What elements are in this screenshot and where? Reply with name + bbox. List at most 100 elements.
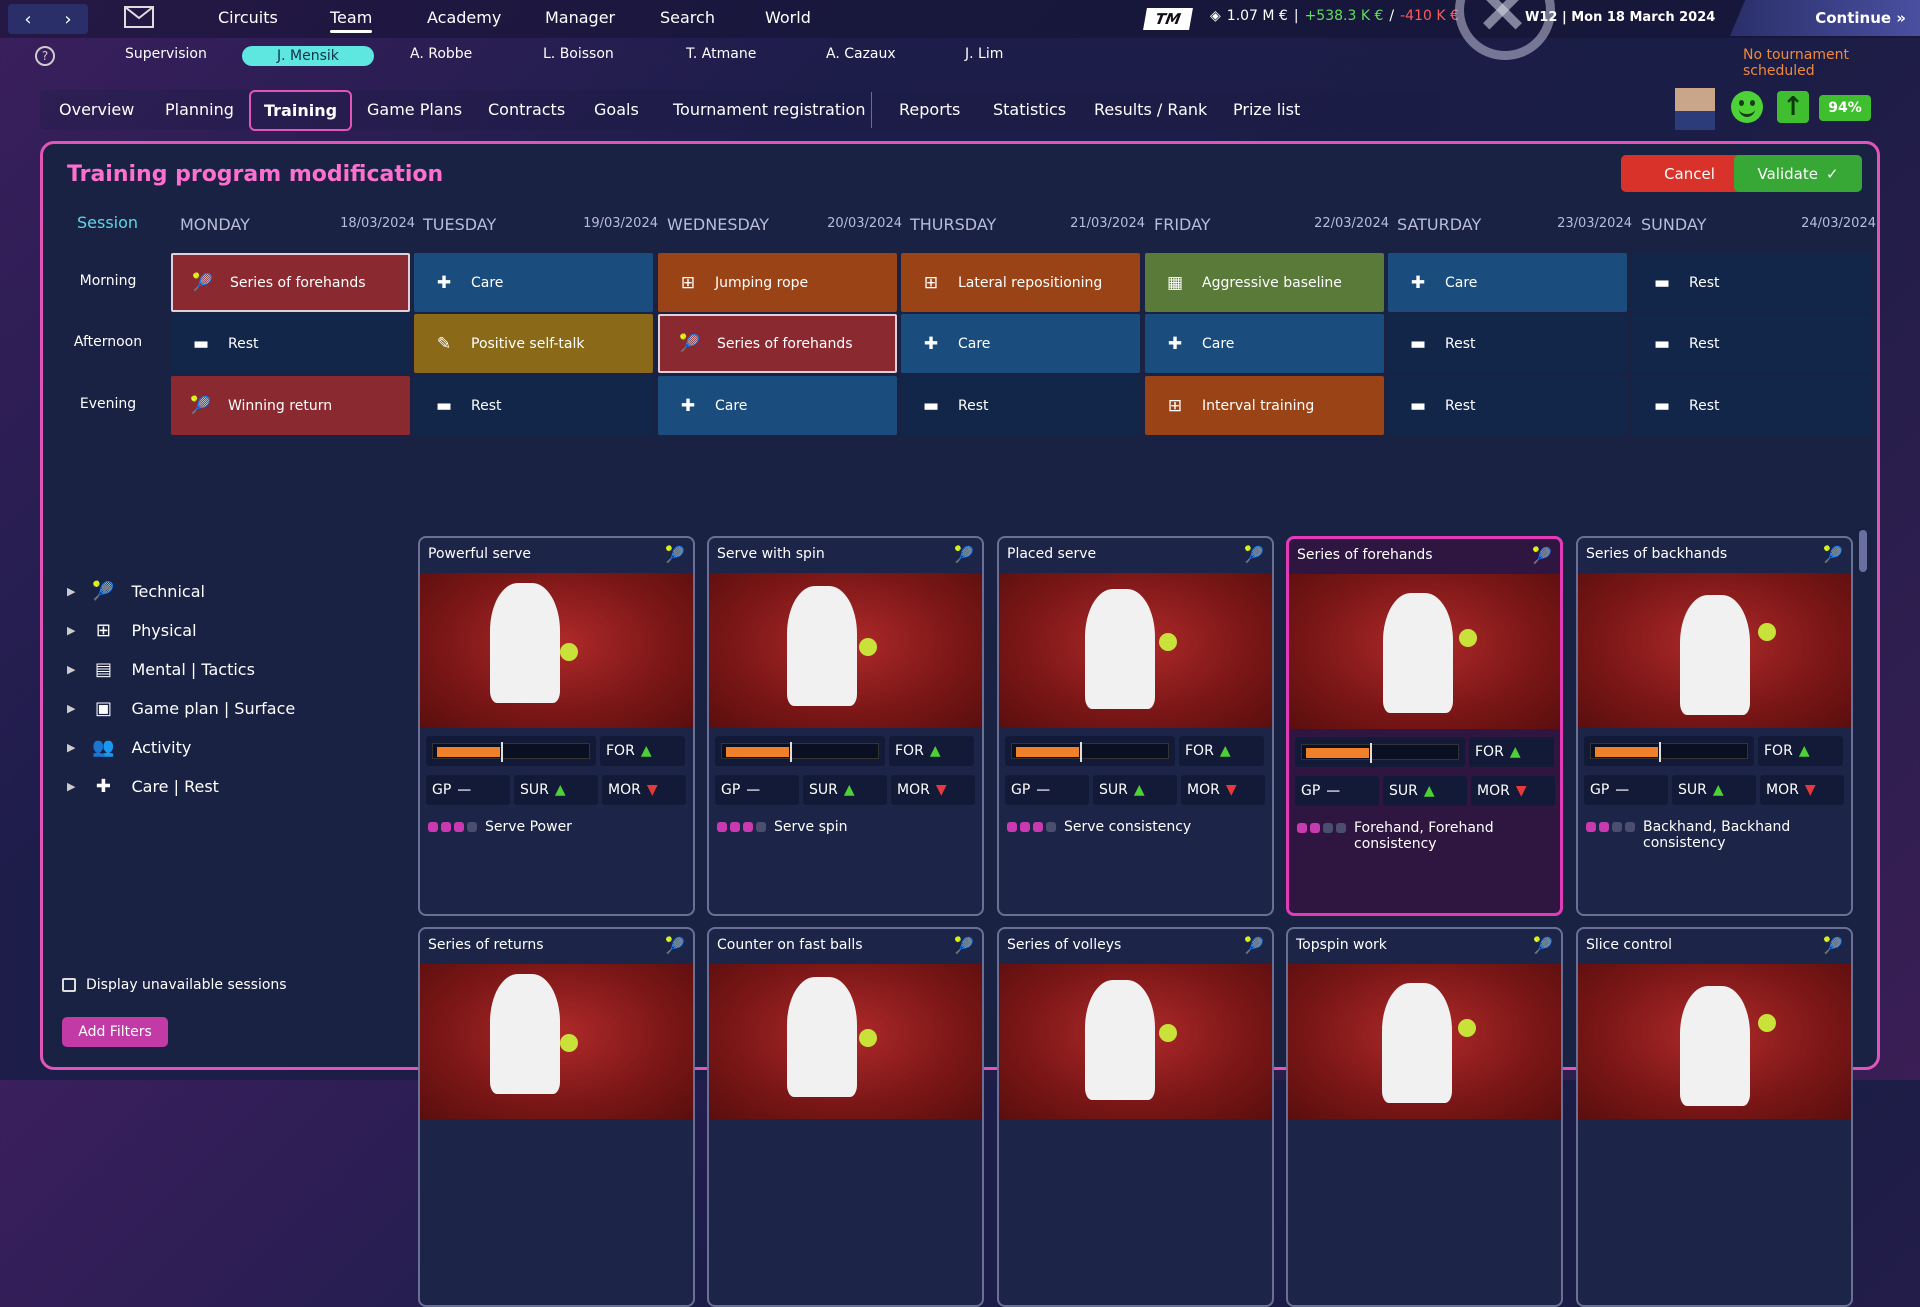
- exercise-card[interactable]: Placed serve 🎾 FOR ▲ GP — SUR ▲ MOR ▼ Serve …: [997, 536, 1274, 916]
- schedule-slot[interactable]: ▬ Rest: [1632, 314, 1871, 373]
- close-icon[interactable]: [1455, 0, 1555, 60]
- day-name: THURSDAY: [910, 215, 997, 234]
- player-tab-boisson[interactable]: L. Boisson: [543, 46, 614, 62]
- exercise-card[interactable]: Series of forehands 🎾 FOR ▲ GP — SUR ▲ MOR ▼…: [1286, 536, 1563, 916]
- tab-training[interactable]: Training: [249, 90, 353, 131]
- schedule-slot[interactable]: ⊞ Lateral repositioning: [901, 253, 1140, 312]
- tab-goals[interactable]: Goals: [594, 100, 639, 119]
- schedule-slot[interactable]: ⊞ Jumping rope: [658, 253, 897, 312]
- exercise-card[interactable]: Series of volleys 🎾: [997, 927, 1274, 1307]
- expand-arrow-icon[interactable]: ▶: [67, 780, 75, 793]
- flat-icon: —: [1036, 782, 1051, 798]
- back-arrow-icon[interactable]: ‹: [8, 4, 48, 34]
- expand-arrow-icon[interactable]: ▶: [67, 663, 75, 676]
- exercise-card[interactable]: Counter on fast balls 🎾: [707, 927, 984, 1307]
- validate-button[interactable]: Validate ✓: [1734, 155, 1862, 192]
- display-unavailable-checkbox[interactable]: [62, 978, 76, 992]
- player-tab-atmane[interactable]: T. Atmane: [686, 46, 756, 62]
- schedule-slot[interactable]: ▬ Rest: [1632, 253, 1871, 312]
- expand-arrow-icon[interactable]: ▶: [67, 702, 75, 715]
- level-dot: [441, 822, 451, 832]
- expand-arrow-icon[interactable]: ▶: [67, 624, 75, 637]
- tab-prize-list[interactable]: Prize list: [1233, 100, 1300, 119]
- nav-team[interactable]: Team: [330, 8, 373, 33]
- tab-game-plans[interactable]: Game Plans: [367, 100, 462, 119]
- load-fill: [1595, 747, 1658, 757]
- filter-category[interactable]: ▶ ✚ Care | Rest: [67, 775, 219, 797]
- tab-tournament-registration[interactable]: Tournament registration: [673, 100, 865, 119]
- schedule-slot[interactable]: ⊞ Interval training: [1145, 376, 1384, 435]
- cards-scrollbar[interactable]: [1859, 530, 1867, 572]
- tab-statistics[interactable]: Statistics: [993, 100, 1066, 119]
- load-bar: [1011, 742, 1169, 762]
- filter-category[interactable]: ▶ 🎾 Technical: [67, 580, 205, 602]
- tab-results-rank[interactable]: Results / Rank: [1094, 100, 1207, 119]
- load-row: FOR ▲: [1295, 737, 1558, 767]
- flat-icon: —: [1326, 783, 1341, 799]
- schedule-slot[interactable]: ✚ Care: [1388, 253, 1627, 312]
- player-tab-lim[interactable]: J. Lim: [965, 46, 1003, 62]
- schedule-slot[interactable]: 🎾 Series of forehands: [658, 314, 897, 373]
- continue-button[interactable]: Continue »: [1730, 0, 1920, 36]
- sur-label: SUR: [1678, 782, 1707, 798]
- schedule-slot[interactable]: ▬ Rest: [1388, 314, 1627, 373]
- schedule-slot[interactable]: ▬ Rest: [1388, 376, 1627, 435]
- for-stat: FOR ▲: [1179, 736, 1264, 766]
- tab-overview[interactable]: Overview: [59, 100, 134, 119]
- nav-world[interactable]: World: [765, 8, 811, 27]
- level-dots: [1007, 822, 1056, 832]
- slot-label: Series of forehands: [230, 274, 366, 291]
- schedule-slot[interactable]: ✚ Care: [414, 253, 653, 312]
- schedule-slot[interactable]: ▬ Rest: [1632, 376, 1871, 435]
- schedule-slot[interactable]: ▦ Aggressive baseline: [1145, 253, 1384, 312]
- player-tab-mensik[interactable]: J. Mensik: [242, 46, 374, 66]
- day-header: WEDNESDAY 20/03/2024: [667, 215, 902, 234]
- exercise-card[interactable]: Series of backhands 🎾 FOR ▲ GP — SUR ▲ MOR ▼…: [1576, 536, 1853, 916]
- medkit-icon: ✚: [436, 272, 452, 293]
- filter-category[interactable]: ▶ ⊞ Physical: [67, 619, 197, 641]
- avatar[interactable]: [1675, 88, 1715, 130]
- player-tab-robbe[interactable]: A. Robbe: [410, 46, 472, 62]
- schedule-slot[interactable]: ▬ Rest: [171, 314, 410, 373]
- mor-label: MOR: [608, 782, 641, 798]
- tab-contracts[interactable]: Contracts: [488, 100, 565, 119]
- exercise-card[interactable]: Powerful serve 🎾 FOR ▲ GP — SUR ▲ MOR ▼ Serv…: [418, 536, 695, 916]
- forward-arrow-icon[interactable]: ›: [48, 4, 88, 34]
- dumbbell-icon: ⊞: [923, 272, 939, 293]
- exercise-card[interactable]: Series of returns 🎾: [418, 927, 695, 1307]
- nav-search[interactable]: Search: [660, 8, 715, 27]
- skill-label: Forehand, Forehand consistency: [1354, 820, 1494, 852]
- tab-planning[interactable]: Planning: [165, 100, 234, 119]
- nav-manager[interactable]: Manager: [545, 8, 615, 27]
- filter-category[interactable]: ▶ 👥 Activity: [67, 736, 191, 758]
- exercise-card[interactable]: Topspin work 🎾: [1286, 927, 1563, 1307]
- schedule-slot[interactable]: ✚ Care: [1145, 314, 1384, 373]
- help-icon[interactable]: ?: [35, 46, 55, 66]
- exercise-card[interactable]: Slice control 🎾: [1576, 927, 1853, 1307]
- schedule-slot[interactable]: ▬ Rest: [414, 376, 653, 435]
- day-date: 22/03/2024: [1314, 216, 1389, 231]
- expand-arrow-icon[interactable]: ▶: [67, 741, 75, 754]
- expand-arrow-icon[interactable]: ▶: [67, 585, 75, 598]
- racket-icon: 🎾: [192, 272, 214, 293]
- exercise-card[interactable]: Serve with spin 🎾 FOR ▲ GP — SUR ▲ MOR ▼ Ser…: [707, 536, 984, 916]
- schedule-slot[interactable]: ▬ Rest: [901, 376, 1140, 435]
- schedule-slot[interactable]: 🎾 Series of forehands: [171, 253, 410, 312]
- schedule-slot[interactable]: 🎾 Winning return: [171, 376, 410, 435]
- player-tab-supervision[interactable]: Supervision: [125, 46, 207, 62]
- nav-academy[interactable]: Academy: [427, 8, 501, 27]
- tab-reports[interactable]: Reports: [899, 100, 960, 119]
- add-filters-button[interactable]: Add Filters: [62, 1017, 168, 1047]
- filter-category[interactable]: ▶ ▣ Game plan | Surface: [67, 697, 295, 719]
- filter-category[interactable]: ▶ ▤ Mental | Tactics: [67, 658, 255, 680]
- player-figure: [490, 974, 560, 1094]
- schedule-slot[interactable]: ✚ Care: [901, 314, 1140, 373]
- dumbbell-icon: ⊞: [680, 272, 696, 293]
- slot-label: Rest: [1445, 397, 1476, 414]
- schedule-slot[interactable]: ✎ Positive self-talk: [414, 314, 653, 373]
- mail-icon[interactable]: [124, 6, 154, 28]
- level-dots: [1297, 823, 1346, 833]
- schedule-slot[interactable]: ✚ Care: [658, 376, 897, 435]
- nav-circuits[interactable]: Circuits: [218, 8, 278, 27]
- player-tab-cazaux[interactable]: A. Cazaux: [826, 46, 896, 62]
